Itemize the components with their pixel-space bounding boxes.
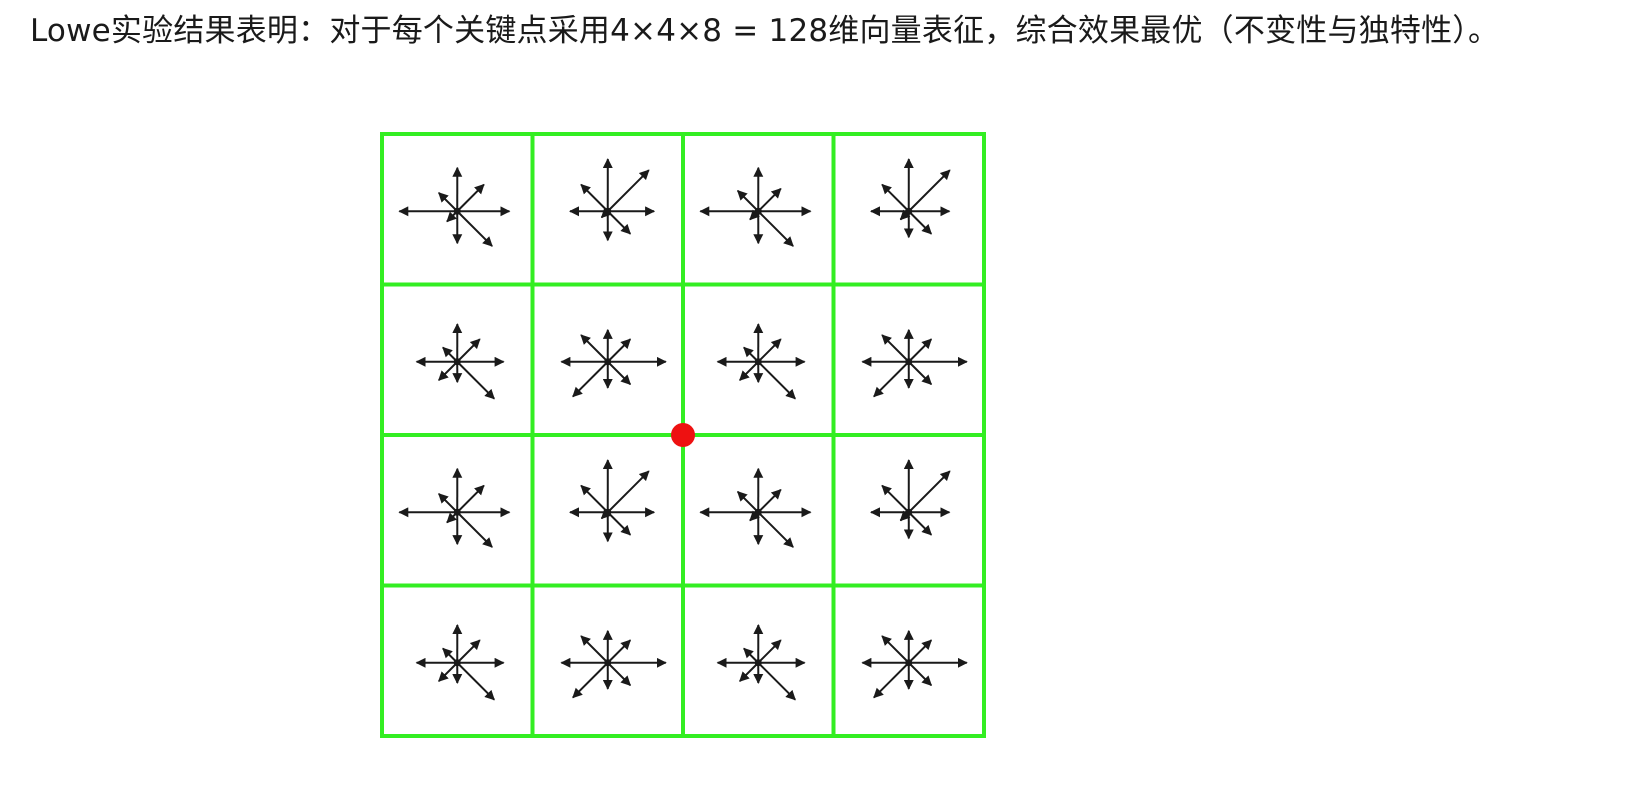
cell-center-dot xyxy=(905,358,913,366)
cell-center-dot xyxy=(604,207,612,215)
cell-center-dot xyxy=(453,508,461,516)
cell-center-dot xyxy=(754,659,762,667)
cell-center-dot xyxy=(905,207,913,215)
cell-center-dot xyxy=(453,358,461,366)
keypoint-layer xyxy=(671,423,695,447)
cell-center-dot xyxy=(604,659,612,667)
cell-center-dot xyxy=(905,659,913,667)
keypoint-marker xyxy=(671,423,695,447)
sift-descriptor-figure xyxy=(380,132,986,738)
cell-center-dot xyxy=(754,358,762,366)
cell-center-dot xyxy=(754,207,762,215)
cell-center-dot xyxy=(453,659,461,667)
cell-center-dot xyxy=(604,358,612,366)
cell-center-dot xyxy=(754,508,762,516)
cell-center-dot xyxy=(453,207,461,215)
cell-center-dot xyxy=(905,508,913,516)
cell-center-dot xyxy=(604,508,612,516)
